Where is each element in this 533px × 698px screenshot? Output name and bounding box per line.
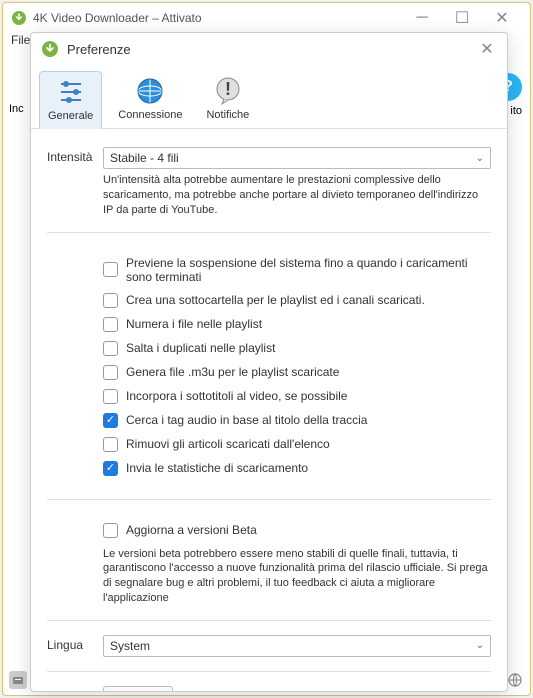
intensity-desc: Un'intensità alta potrebbe aumentare le … bbox=[103, 173, 491, 218]
checkbox-icon bbox=[103, 437, 118, 452]
checkbox-section: Previene la sospensione del sistema fino… bbox=[47, 247, 491, 485]
app-icon bbox=[11, 10, 27, 26]
sliders-icon bbox=[55, 76, 87, 108]
separator bbox=[47, 671, 491, 672]
checkbox-label: Rimuovi gli articoli scaricati dall'elen… bbox=[126, 437, 330, 451]
dialog-tabs: Generale Connessione ! Notifiche bbox=[31, 65, 507, 129]
checkbox-remove-items[interactable]: Rimuovi gli articoli scaricati dall'elen… bbox=[103, 437, 491, 452]
checkbox-label: Previene la sospensione del sistema fino… bbox=[126, 256, 491, 284]
separator bbox=[47, 620, 491, 621]
checkbox-prevent-sleep[interactable]: Previene la sospensione del sistema fino… bbox=[103, 256, 491, 284]
checkbox-create-subfolder[interactable]: Crea una sottocartella per le playlist e… bbox=[103, 293, 491, 308]
intensity-row: Intensità Stabile - 4 fili ⌄ Un'intensit… bbox=[47, 147, 491, 218]
checkbox-number-files[interactable]: Numera i file nelle playlist bbox=[103, 317, 491, 332]
dialog-close-button[interactable]: ✕ bbox=[477, 39, 497, 59]
tab-general-label: Generale bbox=[48, 110, 93, 122]
language-value: System bbox=[110, 639, 150, 653]
checkbox-icon bbox=[103, 365, 118, 380]
checkbox-icon bbox=[103, 389, 118, 404]
checkbox-label: Crea una sottocartella per le playlist e… bbox=[126, 293, 425, 307]
statusbar-right-icon[interactable] bbox=[506, 671, 524, 689]
dialog-icon bbox=[41, 40, 59, 58]
checkbox-gen-m3u[interactable]: Genera file .m3u per le playlist scarica… bbox=[103, 365, 491, 380]
checkbox-embed-subs[interactable]: Incorpora i sottotitoli al video, se pos… bbox=[103, 389, 491, 404]
separator bbox=[47, 232, 491, 233]
tab-notifications[interactable]: ! Notifiche bbox=[198, 71, 257, 128]
intensity-value: Stabile - 4 fili bbox=[110, 151, 179, 165]
checkbox-label: Invia le statistiche di scaricamento bbox=[126, 461, 308, 475]
statusbar-left-icon[interactable] bbox=[9, 671, 27, 689]
exclamation-icon: ! bbox=[212, 75, 244, 107]
chevron-down-icon: ⌄ bbox=[476, 640, 484, 651]
maximize-button[interactable]: ☐ bbox=[442, 4, 482, 32]
youtube-label: YouTube bbox=[47, 686, 103, 691]
checkbox-icon bbox=[103, 413, 118, 428]
checkbox-send-stats[interactable]: Invia le statistiche di scaricamento bbox=[103, 461, 491, 476]
checkbox-label: Cerca i tag audio in base al titolo dell… bbox=[126, 413, 367, 427]
language-select[interactable]: System ⌄ bbox=[103, 635, 491, 657]
checkbox-icon bbox=[103, 317, 118, 332]
tab-notifications-label: Notifiche bbox=[206, 109, 249, 121]
youtube-login-button[interactable]: Accedi bbox=[103, 686, 173, 691]
checkbox-label: Salta i duplicati nelle playlist bbox=[126, 341, 275, 355]
dialog-body: Intensità Stabile - 4 fili ⌄ Un'intensit… bbox=[31, 129, 507, 691]
checkbox-icon bbox=[103, 293, 118, 308]
beta-label: Aggiorna a versioni Beta bbox=[126, 523, 257, 537]
language-label: Lingua bbox=[47, 635, 103, 652]
checkbox-icon bbox=[103, 262, 118, 277]
checkbox-icon bbox=[103, 341, 118, 356]
intensity-label: Intensità bbox=[47, 147, 103, 164]
tab-general[interactable]: Generale bbox=[39, 71, 102, 129]
preferences-dialog: Preferenze ✕ Generale Connessione ! Noti… bbox=[30, 32, 508, 692]
intensity-select[interactable]: Stabile - 4 fili ⌄ bbox=[103, 147, 491, 169]
checkbox-label: Incorpora i sottotitoli al video, se pos… bbox=[126, 389, 347, 403]
youtube-row: YouTube Accedi L'autorizzazione a YouTub… bbox=[47, 686, 491, 691]
chevron-down-icon: ⌄ bbox=[476, 153, 484, 164]
globe-icon bbox=[134, 75, 166, 107]
checkbox-icon bbox=[103, 523, 118, 538]
tab-connection-label: Connessione bbox=[118, 109, 182, 121]
main-breadcrumb-left: Inc bbox=[9, 103, 24, 115]
main-titlebar: 4K Video Downloader – Attivato ─ ☐ ✕ bbox=[3, 3, 530, 33]
checkbox-search-audio[interactable]: Cerca i tag audio in base al titolo dell… bbox=[103, 413, 491, 428]
separator bbox=[47, 499, 491, 500]
beta-desc: Le versioni beta potrebbero essere meno … bbox=[103, 547, 491, 606]
checkbox-skip-dup[interactable]: Salta i duplicati nelle playlist bbox=[103, 341, 491, 356]
language-row: Lingua System ⌄ bbox=[47, 635, 491, 657]
dialog-title: Preferenze bbox=[67, 42, 477, 57]
checkbox-label: Genera file .m3u per le playlist scarica… bbox=[126, 365, 339, 379]
beta-checkbox[interactable]: Aggiorna a versioni Beta bbox=[103, 523, 491, 538]
dialog-titlebar: Preferenze ✕ bbox=[31, 33, 507, 65]
main-window-title: 4K Video Downloader – Attivato bbox=[33, 11, 402, 25]
minimize-button[interactable]: ─ bbox=[402, 4, 442, 32]
checkbox-icon bbox=[103, 461, 118, 476]
tab-connection[interactable]: Connessione bbox=[110, 71, 190, 128]
svg-text:!: ! bbox=[225, 79, 231, 99]
beta-section: Aggiorna a versioni Beta Le versioni bet… bbox=[47, 514, 491, 606]
close-main-button[interactable]: ✕ bbox=[482, 4, 522, 32]
checkbox-label: Numera i file nelle playlist bbox=[126, 317, 262, 331]
